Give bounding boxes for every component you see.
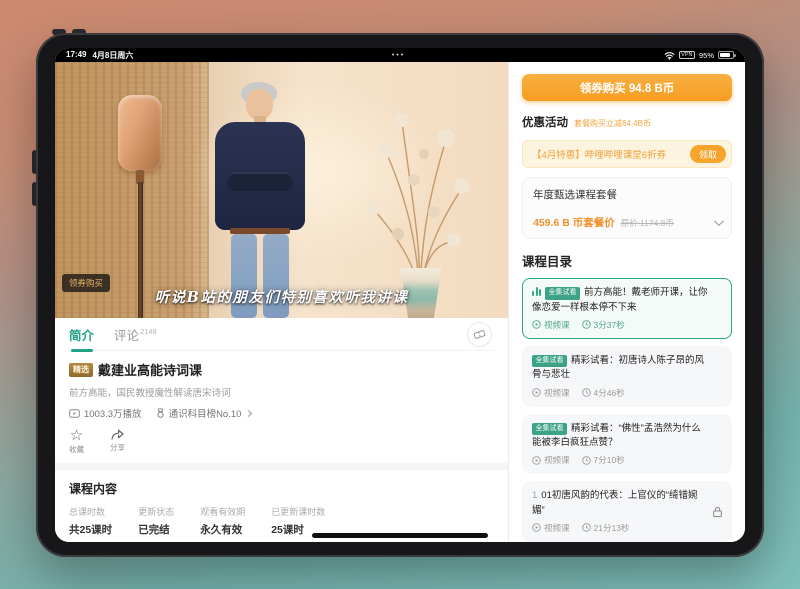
item-title: 全集试看精彩试看：“佛性”孟浩然为什么能被李白疯狂点赞？ bbox=[532, 422, 722, 451]
clock-date: 4月8日周六 bbox=[92, 50, 133, 61]
multitask-dots-icon: ••• bbox=[133, 52, 663, 59]
catalog-header: 课程目录 bbox=[522, 251, 732, 270]
comments-count: 2148 bbox=[140, 327, 157, 336]
playing-bars-icon bbox=[532, 287, 541, 296]
ipad-frame: 17:49 4月8日周六 ••• VPN 95% bbox=[36, 33, 764, 557]
coupon-ticket-icon[interactable] bbox=[467, 322, 492, 347]
buy-button[interactable]: 领券购买 94.8 B币 bbox=[522, 74, 732, 101]
vintage-microphone bbox=[118, 95, 162, 171]
item-duration-label: 4分46秒 bbox=[594, 387, 625, 399]
item-type-label: 视频课 bbox=[544, 522, 570, 534]
item-type-label: 视频课 bbox=[544, 454, 570, 466]
item-meta: 视频课 21分13秒 bbox=[532, 522, 722, 534]
package-title: 年度甄选课程套餐 bbox=[533, 187, 721, 202]
course-desc: 前方高能，国民教授魔性解读唐宋诗词 bbox=[69, 385, 494, 399]
chevron-down-icon[interactable] bbox=[714, 216, 724, 226]
coupon-text: 【4月特惠】哔哩哔哩课堂6折券 bbox=[532, 147, 666, 161]
chevron-right-icon bbox=[245, 409, 252, 416]
purchase-sidebar: 领券购买 94.8 B币 优惠活动 套餐购买立减64.4B币 【4月特惠】哔哩哔… bbox=[508, 62, 745, 542]
course-list: 全集试看前方高能！戴老师开课，让你像恋爱一样根本停不下来 视频课 3分37秒 全… bbox=[522, 278, 732, 542]
screen: 17:49 4月8日周六 ••• VPN 95% bbox=[55, 48, 745, 542]
rank-medal-icon bbox=[156, 408, 165, 419]
promo-header: 优惠活动 bbox=[522, 114, 568, 130]
item-title: 全集试看精彩试看：初唐诗人陈子昂的风骨与悲壮 bbox=[532, 354, 722, 383]
trial-badge: 全集试看 bbox=[532, 423, 567, 436]
trial-badge: 全集试看 bbox=[545, 287, 580, 300]
share-button[interactable]: 分享 bbox=[110, 428, 125, 455]
tab-intro[interactable]: 简介 bbox=[69, 325, 94, 344]
tab-comments[interactable]: 评论2148 bbox=[114, 325, 157, 344]
claim-button[interactable]: 领取 bbox=[690, 145, 726, 163]
list-item[interactable]: 101初唐风韵的代表：上官仪的“绮错婉媚” 视频课 21分13秒 bbox=[522, 481, 732, 542]
list-item[interactable]: 全集试看精彩试看：初唐诗人陈子昂的风骨与悲壮 视频课 4分46秒 bbox=[522, 346, 732, 407]
package-original-price: 原价:1174.8币 bbox=[621, 217, 674, 229]
dried-flowers bbox=[350, 92, 480, 318]
video-player[interactable]: 领券购买 听说B站的朋友们特别喜欢听我讲课 bbox=[55, 62, 508, 318]
item-type-label: 视频课 bbox=[544, 387, 570, 399]
item-number: 1 bbox=[532, 490, 537, 501]
item-title: 101初唐风韵的代表：上官仪的“绮错婉媚” bbox=[532, 489, 722, 518]
favorite-button[interactable]: ☆ 收藏 bbox=[69, 428, 84, 455]
item-duration-label: 7分10秒 bbox=[594, 454, 625, 466]
featured-badge: 精选 bbox=[69, 363, 93, 377]
battery-icon bbox=[718, 51, 734, 59]
video-subtitle: 听说B站的朋友们特别喜欢听我讲课 bbox=[55, 286, 508, 307]
play-count-icon bbox=[69, 409, 80, 418]
video-type-icon bbox=[532, 456, 541, 465]
coupon-card: 【4月特惠】哔哩哔哩课堂6折券 领取 bbox=[522, 140, 732, 168]
trial-badge: 全集试看 bbox=[532, 355, 567, 368]
package-card[interactable]: 年度甄选课程套餐 459.6 B 币套餐价 原价:1174.8币 bbox=[522, 177, 732, 239]
clock-icon bbox=[582, 523, 591, 532]
course-title: 戴建业高能诗词课 bbox=[98, 360, 202, 379]
home-indicator[interactable] bbox=[312, 533, 488, 538]
item-duration-label: 21分13秒 bbox=[594, 522, 630, 534]
lock-icon bbox=[712, 506, 723, 518]
clock-time: 17:49 bbox=[66, 50, 86, 61]
item-meta: 视频课 3分37秒 bbox=[532, 319, 722, 331]
package-price: 459.6 B 币套餐价 bbox=[533, 215, 615, 230]
item-type-label: 视频课 bbox=[544, 319, 570, 331]
video-type-icon bbox=[532, 523, 541, 532]
section-divider bbox=[55, 463, 508, 470]
battery-percent: 95% bbox=[699, 51, 714, 60]
wifi-icon bbox=[664, 51, 675, 60]
share-icon bbox=[110, 428, 125, 441]
presenter bbox=[205, 78, 315, 318]
content-info-header: 课程内容 bbox=[69, 480, 494, 497]
video-type-icon bbox=[532, 388, 541, 397]
vpn-badge: VPN bbox=[679, 51, 695, 59]
promo-note: 套餐购买立减64.4B币 bbox=[574, 118, 651, 129]
item-title: 全集试看前方高能！戴老师开课，让你像恋爱一样根本停不下来 bbox=[532, 286, 722, 315]
list-item[interactable]: 全集试看前方高能！戴老师开课，让你像恋爱一样根本停不下来 视频课 3分37秒 bbox=[522, 278, 732, 339]
item-meta: 视频课 7分10秒 bbox=[532, 454, 722, 466]
clock-icon bbox=[582, 456, 591, 465]
clock-icon bbox=[582, 320, 591, 329]
status-bar: 17:49 4月8日周六 ••• VPN 95% bbox=[55, 48, 745, 62]
item-title-text: 01初唐风韵的代表：上官仪的“绮错婉媚” bbox=[532, 490, 698, 515]
item-meta: 视频课 4分46秒 bbox=[532, 387, 722, 399]
tab-bar: 简介 评论2148 bbox=[69, 318, 494, 351]
list-item[interactable]: 全集试看精彩试看：“佛性”孟浩然为什么能被李白疯狂点赞？ 视频课 7分10秒 bbox=[522, 414, 732, 475]
item-duration-label: 3分37秒 bbox=[594, 319, 625, 331]
star-icon: ☆ bbox=[70, 428, 83, 443]
rank-entry[interactable]: 通识科目榜No.10 bbox=[156, 406, 252, 420]
video-type-icon bbox=[532, 320, 541, 329]
clock-icon bbox=[582, 388, 591, 397]
play-count: 1003.3万播放 bbox=[69, 406, 142, 420]
